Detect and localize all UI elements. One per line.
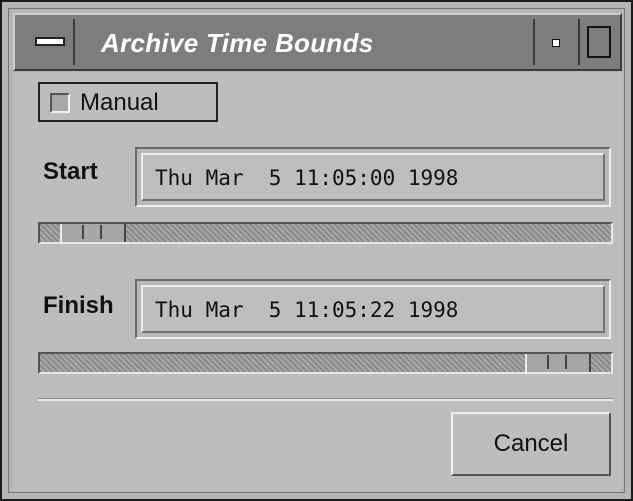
start-time-value: Thu Mar 5 11:05:00 1998: [155, 166, 459, 190]
start-time-slider[interactable]: [38, 222, 613, 244]
manual-label: Manual: [80, 89, 159, 116]
window-title: Archive Time Bounds: [101, 28, 374, 58]
window-menu-icon: [35, 37, 65, 46]
start-time-field-inner: Thu Mar 5 11:05:00 1998: [141, 153, 605, 201]
maximize-icon: [587, 26, 611, 58]
minimize-icon: [552, 39, 560, 47]
finish-time-slider[interactable]: [38, 352, 613, 374]
maximize-button[interactable]: [578, 19, 618, 65]
finish-slider-thumb[interactable]: [525, 354, 591, 372]
cancel-button-label: Cancel: [493, 430, 569, 457]
start-label: Start: [43, 158, 98, 185]
finish-time-value: Thu Mar 5 11:05:22 1998: [155, 298, 459, 322]
start-slider-thumb[interactable]: [60, 224, 126, 242]
divider: [38, 398, 613, 401]
title-bar[interactable]: Archive Time Bounds: [13, 13, 622, 71]
minimize-button[interactable]: [533, 19, 577, 65]
manual-checkbox[interactable]: [50, 93, 70, 113]
dialog-window: Archive Time Bounds Manual Start Thu Mar…: [0, 0, 633, 501]
cancel-button[interactable]: Cancel: [451, 412, 611, 476]
dialog-content: Manual Start Thu Mar 5 11:05:00 1998 Fin…: [13, 72, 622, 492]
finish-label: Finish: [43, 292, 114, 319]
finish-time-field-inner: Thu Mar 5 11:05:22 1998: [141, 285, 605, 333]
start-time-field[interactable]: Thu Mar 5 11:05:00 1998: [135, 147, 611, 207]
manual-toggle[interactable]: Manual: [38, 82, 218, 122]
window-menu-button[interactable]: [19, 19, 75, 65]
finish-time-field[interactable]: Thu Mar 5 11:05:22 1998: [135, 279, 611, 339]
